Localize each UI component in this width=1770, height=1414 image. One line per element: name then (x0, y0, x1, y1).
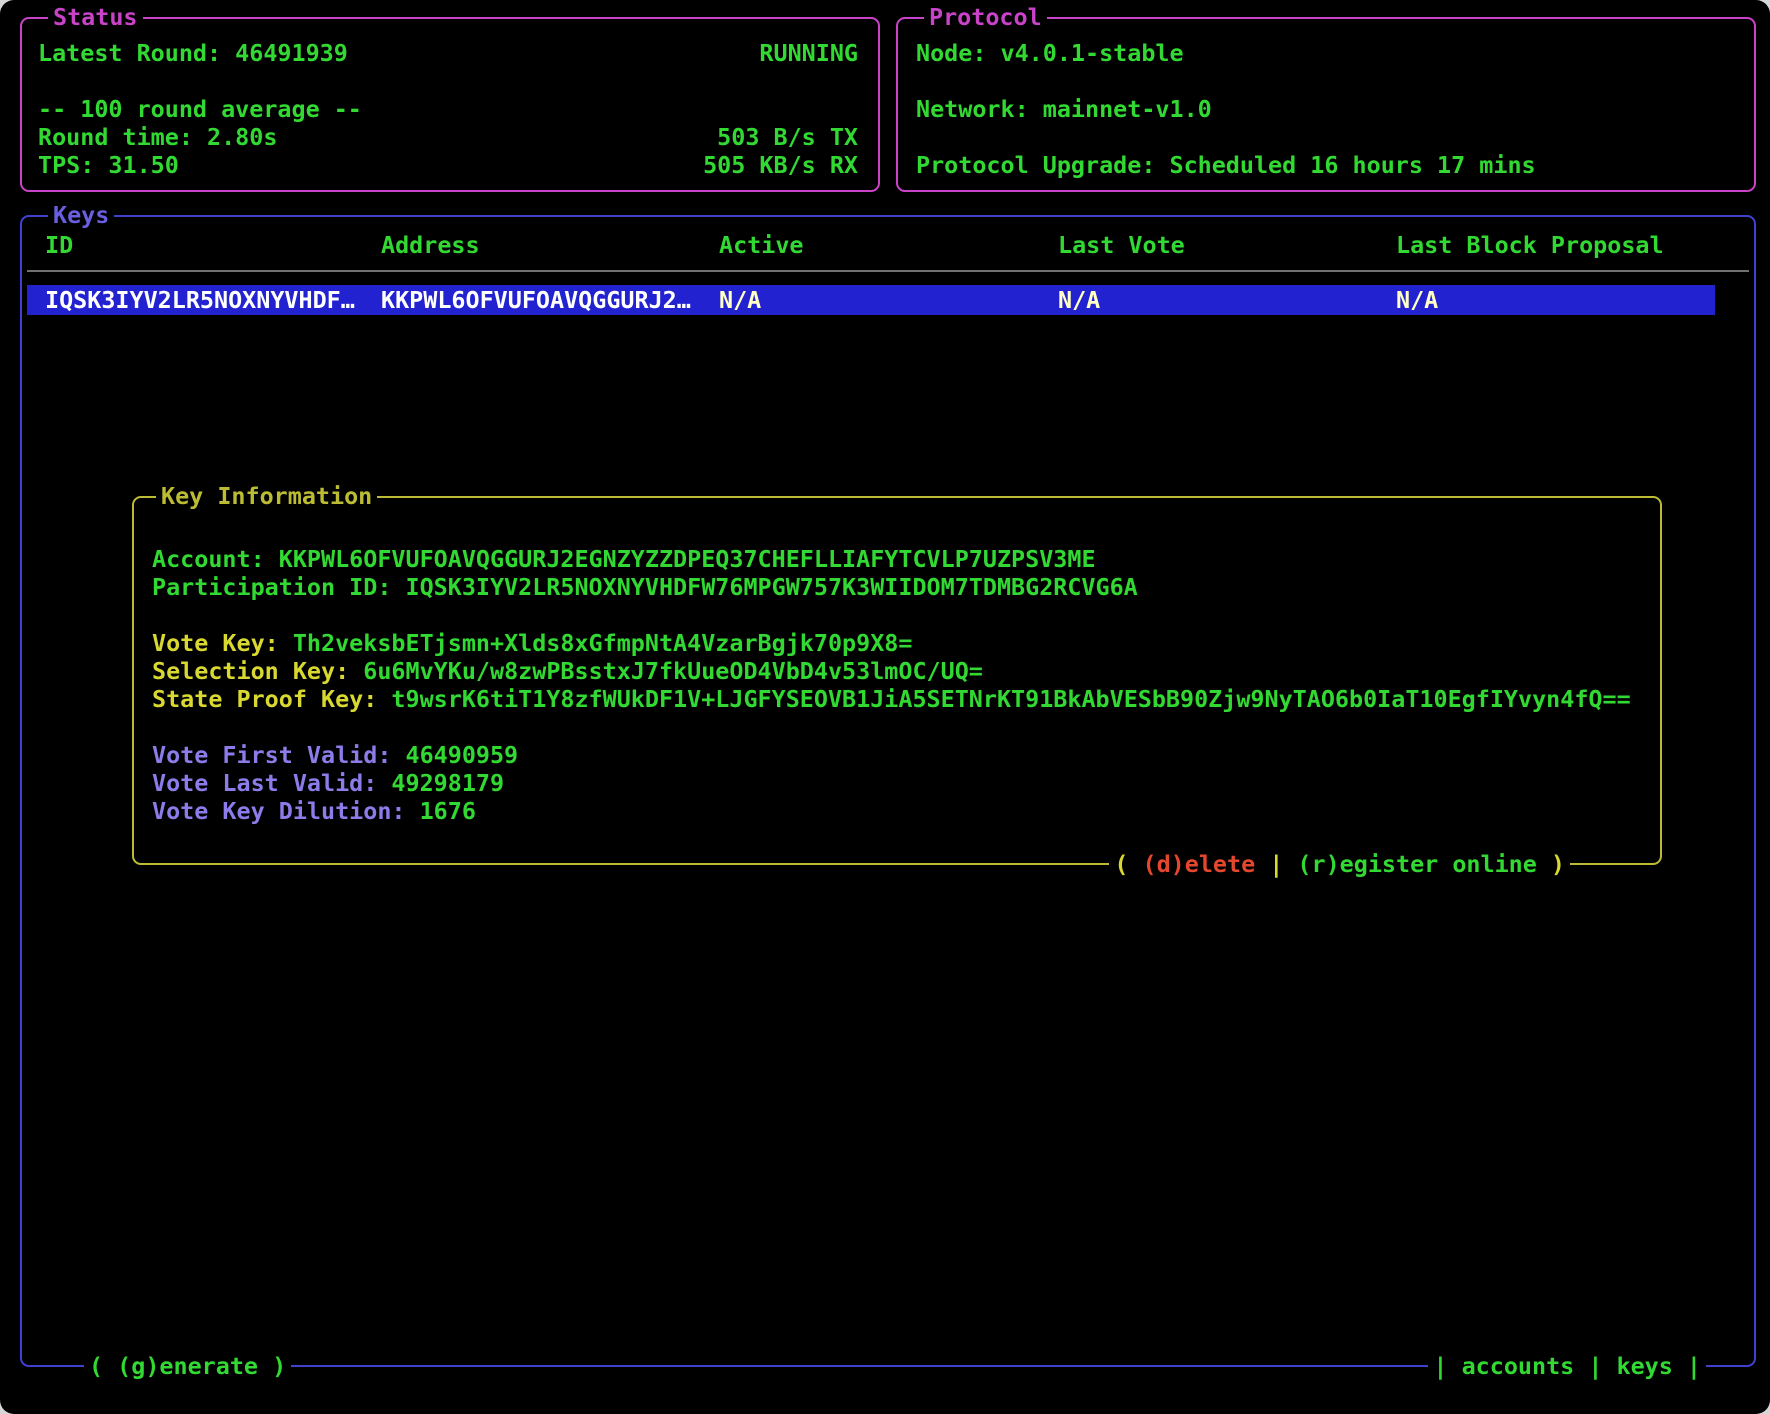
rx-rate: 505 KB/s RX (703, 151, 858, 179)
node-version: Node: v4.0.1-stable (916, 39, 1184, 67)
row-address: KKPWL6OFVUFOAVQGGURJ2… (381, 285, 691, 315)
network-name: Network: mainnet-v1.0 (916, 95, 1212, 123)
vote-key-dilution-value: 1676 (420, 797, 476, 825)
account-label: Account: (152, 545, 279, 573)
round-time: Round time: 2.80s (38, 123, 277, 151)
table-row-selected[interactable]: IQSK3IYV2LR5NOXNYVHDF… KKPWL6OFVUFOAVQGG… (27, 285, 1715, 315)
key-actions-close-paren: ) (1537, 850, 1565, 878)
selection-key-value: 6u6MvYKu/w8zwPBsstxJ7fkUueOD4VbD4v53lmOC… (363, 657, 983, 685)
round-time-label: Round time: (38, 123, 207, 151)
column-header-last-vote: Last Vote (1058, 231, 1185, 259)
vote-last-valid-label: Vote Last Valid: (152, 769, 391, 797)
vote-first-valid-value: 46490959 (405, 741, 518, 769)
column-header-address: Address (381, 231, 480, 259)
state-proof-key-label: State Proof Key: (152, 685, 391, 713)
footer-nav: | accounts | keys | (1428, 1352, 1706, 1380)
account-value: KKPWL6OFVUFOAVQGGURJ2EGNZYZZDPEQ37CHEFLL… (279, 545, 1096, 573)
column-header-id: ID (45, 231, 73, 259)
vote-key-line: Vote Key: Th2veksbETjsmn+Xlds8xGfmpNtA4V… (152, 629, 912, 657)
row-active: N/A (719, 285, 761, 315)
key-information-title: Key Information (156, 482, 377, 510)
round-average-header: -- 100 round average -- (38, 95, 362, 123)
nav-keys[interactable]: | keys | (1588, 1352, 1701, 1380)
key-actions-separator: | (1255, 850, 1297, 878)
status-panel-title: Status (48, 3, 143, 31)
tx-rate: 503 B/s TX (717, 123, 858, 151)
vote-first-valid-label: Vote First Valid: (152, 741, 405, 769)
nav-accounts[interactable]: | accounts (1433, 1352, 1588, 1380)
key-actions-open-paren: ( (1114, 850, 1142, 878)
participation-id-label: Participation ID: (152, 573, 405, 601)
tps: TPS: 31.50 (38, 151, 179, 179)
latest-round: Latest Round: 46491939 (38, 39, 348, 67)
tps-value: 31.50 (108, 151, 178, 179)
register-online-action[interactable]: (r)egister online (1297, 850, 1536, 878)
protocol-panel: Protocol Node: v4.0.1-stable Network: ma… (896, 17, 1756, 192)
vote-key-dilution-line: Vote Key Dilution: 1676 (152, 797, 476, 825)
row-last-block-proposal: N/A (1396, 285, 1438, 315)
row-id: IQSK3IYV2LR5NOXNYVHDF… (45, 285, 355, 315)
terminal-window: Status Latest Round: 46491939 RUNNING --… (0, 0, 1770, 1414)
vote-first-valid-line: Vote First Valid: 46490959 (152, 741, 518, 769)
round-time-value: 2.80s (207, 123, 277, 151)
key-actions: ( (d)elete | (r)egister online ) (1109, 850, 1570, 878)
keys-panel-title: Keys (48, 201, 114, 229)
latest-round-value: 46491939 (235, 39, 348, 67)
tps-label: TPS: (38, 151, 108, 179)
vote-key-value: Th2veksbETjsmn+Xlds8xGfmpNtA4VzarBgjk70p… (293, 629, 913, 657)
state-proof-key-value: t9wsrK6tiT1Y8zfWUkDF1V+LJGFYSEOVB1JiA5SE… (391, 685, 1630, 713)
status-badge: RUNNING (759, 39, 858, 67)
status-panel: Status Latest Round: 46491939 RUNNING --… (20, 17, 880, 192)
column-header-last-block-proposal: Last Block Proposal (1396, 231, 1664, 259)
key-information-panel: Key Information Account: KKPWL6OFVUFOAVQ… (132, 496, 1662, 865)
selection-key-label: Selection Key: (152, 657, 363, 685)
vote-key-dilution-label: Vote Key Dilution: (152, 797, 420, 825)
participation-id-line: Participation ID: IQSK3IYV2LR5NOXNYVHDFW… (152, 573, 1138, 601)
column-header-active: Active (719, 231, 804, 259)
generate-action[interactable]: ( (g)enerate ) (84, 1352, 291, 1380)
account-line: Account: KKPWL6OFVUFOAVQGGURJ2EGNZYZZDPE… (152, 545, 1096, 573)
keys-panel: Keys ID Address Active Last Vote Last Bl… (20, 215, 1756, 1367)
latest-round-label: Latest Round: (38, 39, 235, 67)
protocol-upgrade: Protocol Upgrade: Scheduled 16 hours 17 … (916, 151, 1536, 179)
header-separator (27, 270, 1749, 272)
row-last-vote: N/A (1058, 285, 1100, 315)
vote-key-label: Vote Key: (152, 629, 293, 657)
selection-key-line: Selection Key: 6u6MvYKu/w8zwPBsstxJ7fkUu… (152, 657, 983, 685)
vote-last-valid-line: Vote Last Valid: 49298179 (152, 769, 504, 797)
protocol-panel-title: Protocol (924, 3, 1047, 31)
delete-action[interactable]: (d)elete (1143, 850, 1256, 878)
state-proof-key-line: State Proof Key: t9wsrK6tiT1Y8zfWUkDF1V+… (152, 685, 1631, 713)
participation-id-value: IQSK3IYV2LR5NOXNYVHDFW76MPGW757K3WIIDOM7… (405, 573, 1137, 601)
vote-last-valid-value: 49298179 (391, 769, 504, 797)
